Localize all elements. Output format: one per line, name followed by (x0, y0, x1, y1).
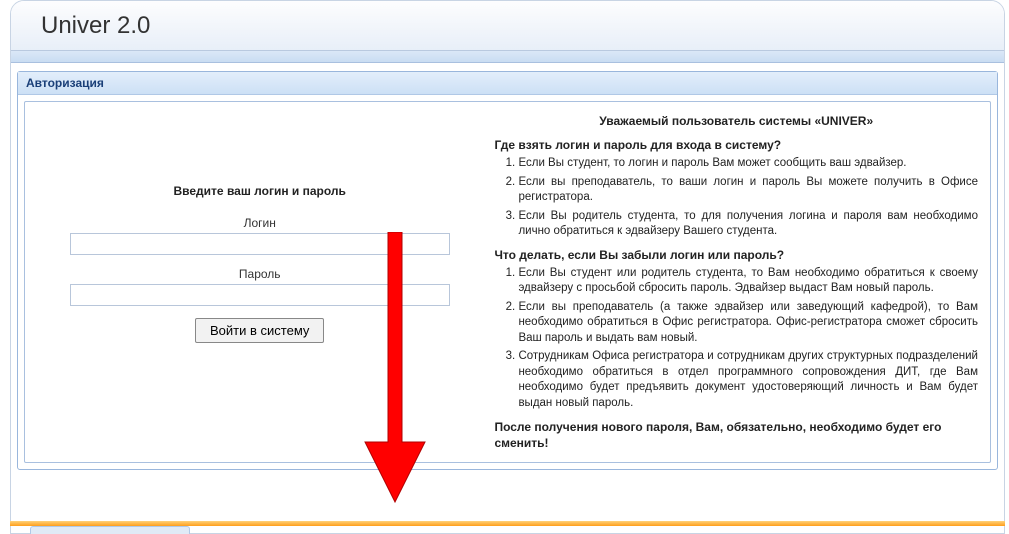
password-label: Пароль (239, 267, 281, 281)
list-item: Если вы преподаватель, то ваши логин и п… (518, 175, 978, 206)
bottom-tab-stub (30, 526, 190, 534)
info-question-1: Где взять логин и пароль для входа в сис… (494, 138, 978, 152)
header-subbar (11, 51, 1004, 63)
app-title: Univer 2.0 (41, 12, 150, 40)
auth-panel: Авторизация Введите ваш логин и пароль Л… (17, 71, 998, 470)
info-list-2: Если Вы студент или родитель студента, т… (494, 266, 978, 412)
list-item: Если Вы родитель студента, то для получе… (518, 209, 978, 240)
info-column: Уважаемый пользователь системы «UNIVER» … (488, 108, 984, 456)
login-label: Логин (244, 216, 276, 230)
info-question-2: Что делать, если Вы забыли логин или пар… (494, 248, 978, 262)
list-item: Если Вы студент, то логин и пароль Вам м… (518, 156, 978, 172)
login-form: Введите ваш логин и пароль Логин Пароль … (31, 108, 488, 456)
login-input[interactable] (70, 233, 450, 255)
info-list-1: Если Вы студент, то логин и пароль Вам м… (494, 156, 978, 240)
list-item: Сотрудникам Офиса регистратора и сотрудн… (518, 349, 978, 411)
info-title: Уважаемый пользователь системы «UNIVER» (494, 114, 978, 128)
auth-panel-title: Авторизация (18, 72, 997, 95)
list-item: Если вы преподаватель (а также эдвайзер … (518, 300, 978, 347)
password-input[interactable] (70, 284, 450, 306)
list-item: Если Вы студент или родитель студента, т… (518, 266, 978, 297)
info-footnote: После получения нового пароля, Вам, обяз… (494, 419, 978, 451)
login-form-title: Введите ваш логин и пароль (174, 184, 346, 198)
app-header: Univer 2.0 (11, 1, 1004, 51)
login-button[interactable]: Войти в систему (195, 318, 324, 343)
